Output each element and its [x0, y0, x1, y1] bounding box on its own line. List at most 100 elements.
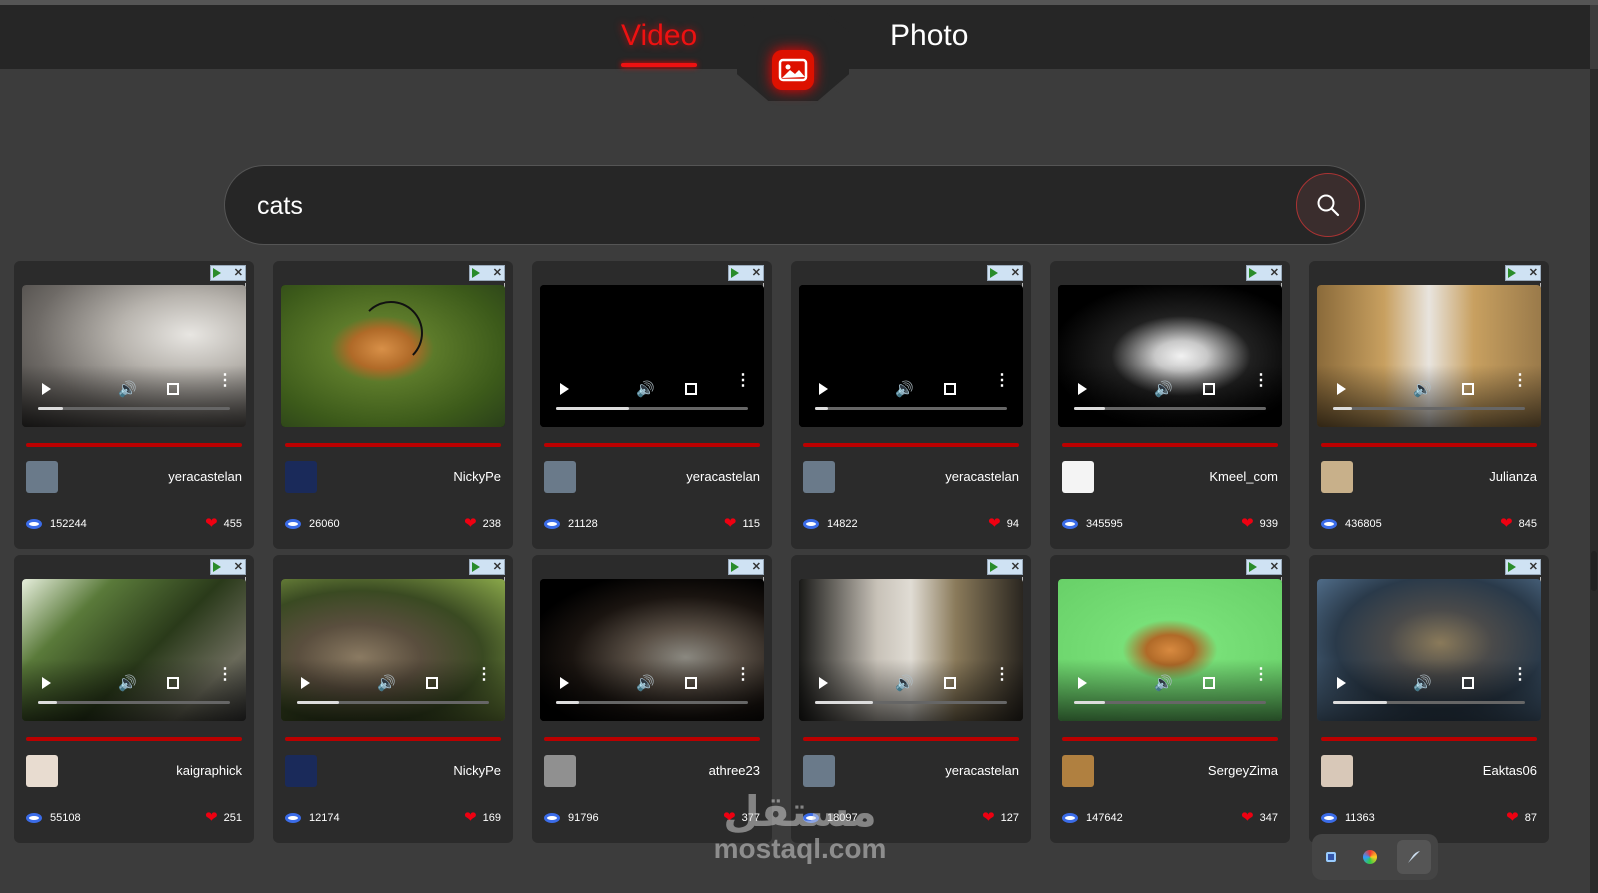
heart-icon[interactable]: ❤ [464, 810, 477, 825]
username[interactable]: kaigraphick [176, 763, 242, 778]
avatar[interactable] [544, 461, 576, 493]
play-icon[interactable] [1078, 677, 1087, 689]
avatar[interactable] [1321, 461, 1353, 493]
heart-icon[interactable]: ❤ [1241, 810, 1254, 825]
fullscreen-icon[interactable] [1203, 383, 1215, 395]
close-icon[interactable]: ✕ [1529, 267, 1538, 279]
video-progress-bar[interactable] [38, 407, 230, 410]
close-icon[interactable]: ✕ [1011, 267, 1020, 279]
video-card[interactable]: ✕ 🔊 ⋮ Eaktas06 11363 ❤ 87 [1309, 555, 1549, 843]
ad-choices-badge[interactable]: ✕ [1246, 265, 1282, 281]
volume-icon[interactable]: 🔊 [1413, 674, 1432, 692]
play-icon[interactable] [1078, 383, 1087, 395]
avatar[interactable] [285, 461, 317, 493]
square-icon[interactable] [1319, 845, 1343, 869]
video-card[interactable]: ✕ 🔊 ⋮ kaigraphick 55108 ❤ 251 [14, 555, 254, 843]
video-player[interactable]: 🔊 ⋮ [1058, 579, 1282, 721]
more-options-icon[interactable]: ⋮ [217, 373, 233, 389]
ad-choices-badge[interactable]: ✕ [987, 265, 1023, 281]
more-options-icon[interactable]: ⋮ [735, 667, 751, 683]
avatar[interactable] [1321, 755, 1353, 787]
more-options-icon[interactable]: ⋮ [1253, 373, 1269, 389]
username[interactable]: Kmeel_com [1209, 469, 1278, 484]
video-player[interactable]: 🔊 ⋮ [281, 579, 505, 721]
avatar[interactable] [803, 755, 835, 787]
heart-icon[interactable]: ❤ [988, 516, 1001, 531]
close-icon[interactable]: ✕ [1270, 267, 1279, 279]
username[interactable]: NickyPe [453, 469, 501, 484]
avatar[interactable] [1062, 461, 1094, 493]
fullscreen-icon[interactable] [1203, 677, 1215, 689]
video-card[interactable]: ✕ 🔊 ⋮ yeracastelan 21128 ❤ 115 [532, 261, 772, 549]
video-player[interactable]: 🔊 ⋮ [799, 579, 1023, 721]
scrollbar[interactable] [1590, 69, 1598, 893]
tab-video[interactable]: Video [621, 19, 698, 67]
play-icon[interactable] [1337, 677, 1346, 689]
search-input[interactable] [257, 188, 1237, 224]
close-icon[interactable]: ✕ [1011, 561, 1020, 573]
volume-icon[interactable]: 🔊 [1413, 380, 1432, 398]
username[interactable]: Julianza [1489, 469, 1537, 484]
heart-icon[interactable]: ❤ [205, 516, 218, 531]
video-progress-bar[interactable] [556, 407, 748, 410]
volume-icon[interactable]: 🔊 [895, 380, 914, 398]
close-icon[interactable]: ✕ [1270, 561, 1279, 573]
close-icon[interactable]: ✕ [234, 561, 243, 573]
video-player[interactable]: 🔊 ⋮ [22, 579, 246, 721]
image-mode-button[interactable] [772, 50, 814, 90]
video-card[interactable]: ✕ NickyPe 26060 ❤ 238 [273, 261, 513, 549]
video-progress-bar[interactable] [815, 407, 1007, 410]
heart-icon[interactable]: ❤ [1506, 810, 1519, 825]
video-progress-bar[interactable] [38, 701, 230, 704]
heart-icon[interactable]: ❤ [205, 810, 218, 825]
more-options-icon[interactable]: ⋮ [735, 373, 751, 389]
avatar[interactable] [803, 461, 835, 493]
fullscreen-icon[interactable] [944, 677, 956, 689]
ad-choices-badge[interactable]: ✕ [987, 559, 1023, 575]
close-icon[interactable]: ✕ [752, 267, 761, 279]
heart-icon[interactable]: ❤ [1500, 516, 1513, 531]
close-icon[interactable]: ✕ [493, 561, 502, 573]
more-options-icon[interactable]: ⋮ [476, 667, 492, 683]
video-card[interactable]: ✕ 🔊 ⋮ Julianza 436805 ❤ 845 [1309, 261, 1549, 549]
play-icon[interactable] [819, 677, 828, 689]
scrollbar-thumb[interactable] [1591, 551, 1597, 591]
fullscreen-icon[interactable] [1462, 677, 1474, 689]
volume-icon[interactable]: 🔊 [636, 380, 655, 398]
volume-icon[interactable]: 🔊 [1154, 380, 1173, 398]
fullscreen-icon[interactable] [944, 383, 956, 395]
fullscreen-icon[interactable] [426, 677, 438, 689]
video-progress-bar[interactable] [297, 701, 489, 704]
username[interactable]: athree23 [709, 763, 760, 778]
ad-choices-badge[interactable]: ✕ [210, 265, 246, 281]
username[interactable]: yeracastelan [945, 763, 1019, 778]
fullscreen-icon[interactable] [167, 383, 179, 395]
globe-icon[interactable] [1358, 845, 1382, 869]
video-card[interactable]: ✕ 🔊 ⋮ Kmeel_com 345595 ❤ 939 [1050, 261, 1290, 549]
video-progress-bar[interactable] [1333, 407, 1525, 410]
ad-choices-badge[interactable]: ✕ [1246, 559, 1282, 575]
video-progress-bar[interactable] [1074, 701, 1266, 704]
play-icon[interactable] [1337, 383, 1346, 395]
play-icon[interactable] [560, 383, 569, 395]
close-icon[interactable]: ✕ [493, 267, 502, 279]
video-card[interactable]: ✕ 🔊 ⋮ NickyPe 12174 ❤ 169 [273, 555, 513, 843]
video-player[interactable]: 🔊 ⋮ [540, 285, 764, 427]
ad-choices-badge[interactable]: ✕ [469, 265, 505, 281]
heart-icon[interactable]: ❤ [982, 810, 995, 825]
username[interactable]: yeracastelan [686, 469, 760, 484]
more-options-icon[interactable]: ⋮ [1253, 667, 1269, 683]
volume-icon[interactable]: 🔊 [118, 674, 137, 692]
video-player[interactable] [281, 285, 505, 427]
video-player[interactable]: 🔊 ⋮ [1058, 285, 1282, 427]
avatar[interactable] [26, 461, 58, 493]
video-progress-bar[interactable] [1074, 407, 1266, 410]
ad-choices-badge[interactable]: ✕ [728, 265, 764, 281]
play-icon[interactable] [42, 383, 51, 395]
ad-choices-badge[interactable]: ✕ [1505, 265, 1541, 281]
fullscreen-icon[interactable] [685, 383, 697, 395]
fullscreen-icon[interactable] [685, 677, 697, 689]
video-card[interactable]: ✕ 🔊 ⋮ SergeyZima 147642 ❤ 347 [1050, 555, 1290, 843]
ad-choices-badge[interactable]: ✕ [1505, 559, 1541, 575]
feather-icon[interactable] [1396, 840, 1431, 874]
